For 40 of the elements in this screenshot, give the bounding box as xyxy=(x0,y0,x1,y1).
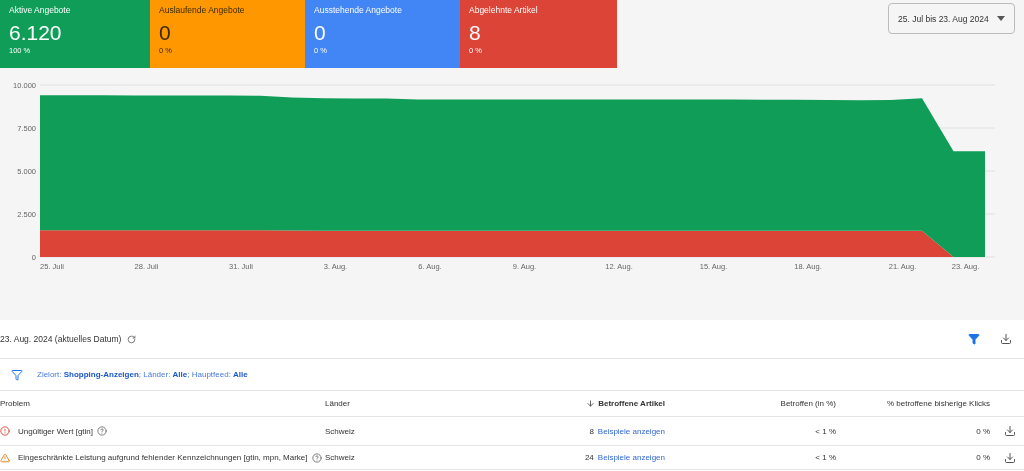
error-icon xyxy=(0,426,10,436)
date-range-dropdown[interactable]: 25. Jul bis 23. Aug 2024 xyxy=(888,3,1015,34)
column-header: Problem xyxy=(0,399,31,408)
card-value: 6.120 xyxy=(9,22,63,44)
examples-link[interactable]: Beispiele anzeigen xyxy=(597,426,665,436)
table-cell-text: < 1 % xyxy=(814,426,836,436)
caret-icon xyxy=(997,16,1005,21)
table-cell-text: Schweiz xyxy=(325,453,356,462)
column-header[interactable]: Betroffene Artikel xyxy=(525,399,665,408)
table-cell: 8 xyxy=(589,426,594,436)
table-cell-text: Schweiz xyxy=(325,426,356,436)
download-icon[interactable] xyxy=(1004,425,1016,437)
column-header: Länder xyxy=(325,399,351,408)
card-label: Ausstehende Angebote xyxy=(314,5,403,15)
filter-summary[interactable]: Zielort: Shopping-Anzeigen; Länder: Alle; Hauptfeed: Alle xyxy=(37,370,248,379)
card-value: 0 xyxy=(314,22,327,44)
column-header: Betroffen (in %) xyxy=(779,399,836,408)
refresh-icon[interactable] xyxy=(127,334,137,344)
card-label: Aktive Angebote xyxy=(9,5,72,15)
date-title: 23. Aug. 2024 (aktuelles Datum) xyxy=(0,334,122,344)
download-icon[interactable] xyxy=(1000,333,1012,345)
sort-arrow-icon xyxy=(586,399,596,408)
card-label: Abgelehnte Artikel xyxy=(469,5,539,15)
problem-text: Ungültiger Wert [gtin] xyxy=(18,426,93,436)
card-value: 0 xyxy=(159,22,172,44)
download-icon[interactable] xyxy=(1004,451,1016,464)
table-cell-text: 0 % xyxy=(975,453,990,462)
table-cell-text: 0 % xyxy=(975,426,990,436)
filter-icon[interactable] xyxy=(968,333,980,345)
table-cell-text: < 1 % xyxy=(814,453,836,462)
warning-icon xyxy=(0,452,10,463)
help-icon[interactable] xyxy=(97,426,107,436)
problem-text: Eingeschränkte Leistung aufgrund fehlender Kennzeichnungen [gtin, mpn, Marke] xyxy=(18,453,308,462)
examples-link[interactable]: Beispiele anzeigen xyxy=(597,453,665,462)
filter-icon[interactable] xyxy=(11,368,23,381)
card-label: Auslaufende Angebote xyxy=(159,5,246,15)
column-header: % betroffene bisherige Klicks xyxy=(885,399,990,408)
help-icon[interactable] xyxy=(311,452,322,463)
card-value: 8 xyxy=(469,22,482,44)
table-cell: 24 xyxy=(584,453,594,462)
